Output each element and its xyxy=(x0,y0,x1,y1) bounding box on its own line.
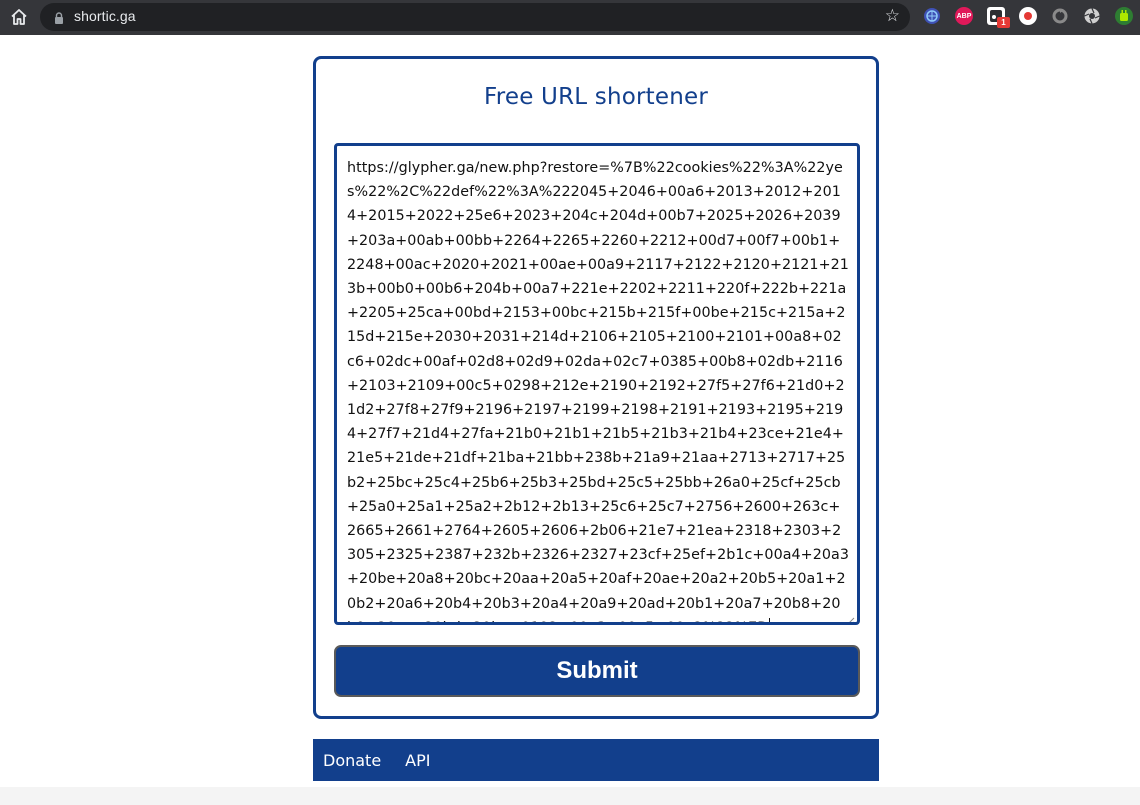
bookmark-star-icon[interactable]: ☆ xyxy=(885,6,900,26)
browser-toolbar: shortic.ga ☆ ABP 1 xyxy=(0,0,1140,35)
submit-button[interactable]: Submit xyxy=(334,645,860,697)
address-bar-url[interactable]: shortic.ga xyxy=(74,8,136,24)
page-title: Free URL shortener xyxy=(483,84,709,110)
aperture-icon[interactable] xyxy=(1083,7,1101,25)
long-url-textarea[interactable]: https://glypher.ga/new.php?restore=%7B%2… xyxy=(334,143,860,625)
extension-badge-count: 1 xyxy=(997,17,1010,28)
home-icon[interactable] xyxy=(8,6,30,28)
shortener-card: Free URL shortener https://glypher.ga/ne… xyxy=(313,56,879,719)
resize-handle-icon[interactable] xyxy=(846,611,855,622)
adblock-plus-icon[interactable]: ABP xyxy=(955,7,973,25)
android-icon[interactable] xyxy=(1115,7,1133,25)
text-caret xyxy=(769,617,771,622)
adblock-plus-label: ABP xyxy=(956,12,972,20)
record-circle-icon[interactable] xyxy=(1019,7,1037,25)
page-bottom-strip xyxy=(0,787,1140,805)
footer-link-donate[interactable]: Donate xyxy=(323,751,381,770)
circle-arrow-icon[interactable] xyxy=(1051,7,1069,25)
long-url-value[interactable]: https://glypher.ga/new.php?restore=%7B%2… xyxy=(347,160,849,622)
footer-nav: Donate API xyxy=(313,739,879,781)
lock-icon[interactable] xyxy=(52,10,66,24)
address-bar[interactable]: shortic.ga ☆ xyxy=(40,3,910,31)
footer-link-api[interactable]: API xyxy=(405,751,430,770)
world-globe-icon[interactable] xyxy=(923,7,941,25)
